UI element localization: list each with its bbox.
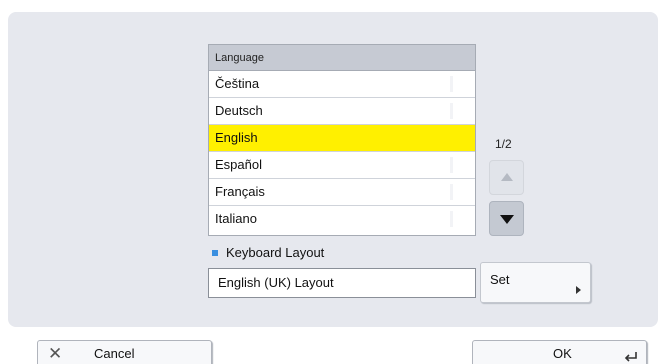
cancel-button[interactable]: ✕ Cancel <box>37 340 212 364</box>
scroll-down-button[interactable] <box>489 201 524 236</box>
language-item-deutsch[interactable]: Deutsch <box>209 98 475 125</box>
square-bullet-icon <box>212 249 218 256</box>
set-button-label: Set <box>490 272 510 287</box>
keyboard-layout-field: English (UK) Layout <box>208 268 476 298</box>
language-item-francais[interactable]: Français <box>209 179 475 206</box>
triangle-up-icon <box>501 173 513 181</box>
keyboard-layout-label-text: Keyboard Layout <box>226 245 325 260</box>
language-settings-screen: Language Čeština Deutsch English Español… <box>0 0 666 364</box>
keyboard-layout-label: Keyboard Layout <box>212 245 324 260</box>
cancel-button-label: Cancel <box>94 346 135 361</box>
ok-button-label: OK <box>553 346 572 361</box>
language-list-header: Language <box>209 45 475 71</box>
triangle-down-icon <box>500 215 514 224</box>
language-item-italiano[interactable]: Italiano <box>209 206 475 233</box>
page-indicator: 1/2 <box>495 137 512 151</box>
language-item-english[interactable]: English <box>209 125 475 152</box>
language-item-cestina[interactable]: Čeština <box>209 71 475 98</box>
set-button[interactable]: Set <box>480 262 591 303</box>
scroll-up-button[interactable] <box>489 160 524 195</box>
x-icon: ✕ <box>48 344 63 364</box>
language-list: Language Čeština Deutsch English Español… <box>208 44 476 236</box>
language-item-espanol[interactable]: Español <box>209 152 475 179</box>
ok-button[interactable]: OK <box>472 340 647 364</box>
enter-icon <box>624 352 637 362</box>
arrow-right-icon <box>576 286 581 294</box>
